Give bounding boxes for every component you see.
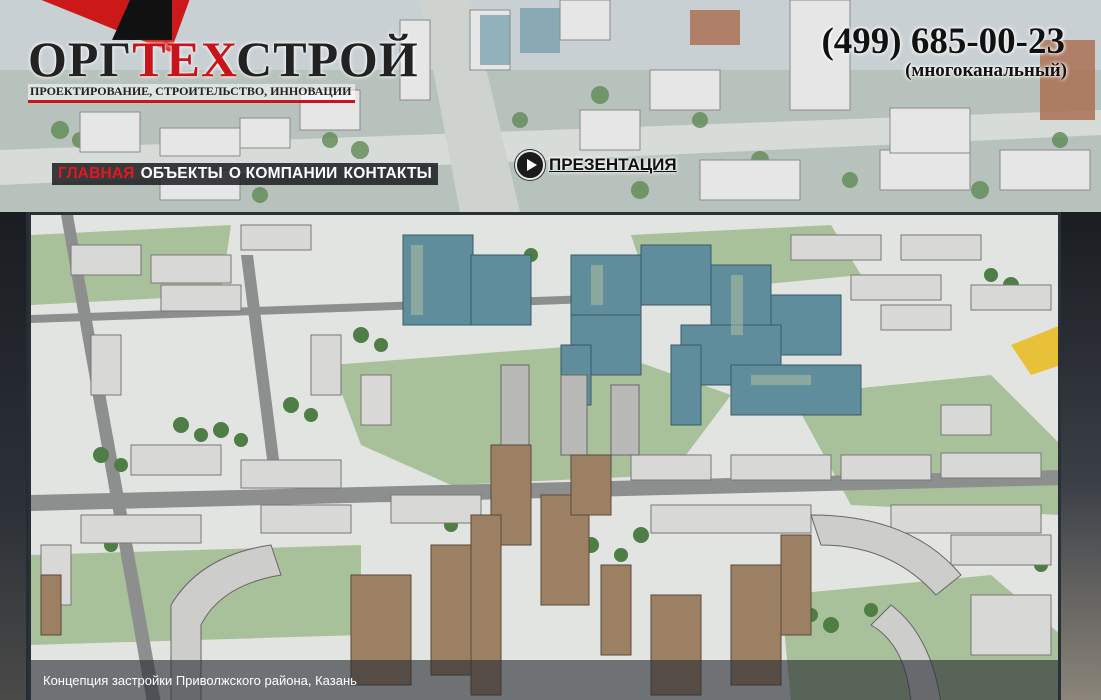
slider-side-left: [0, 212, 26, 700]
phone-note: (многоканальный): [905, 60, 1067, 81]
logo-tagline: ПРОЕКТИРОВАНИЕ, СТРОИТЕЛЬСТВО, ИННОВАЦИИ: [28, 84, 356, 103]
nav-item-about[interactable]: О КОМПАНИИ: [229, 165, 338, 183]
slide-caption: Концепция застройки Приволжского района,…: [31, 660, 1058, 700]
presentation-link[interactable]: ПРЕЗЕНТАЦИЯ: [515, 150, 677, 180]
logo-text-part1: ОРГ: [28, 31, 133, 87]
header: ОРГТЕХСТРОЙ ПРОЕКТИРОВАНИЕ, СТРОИТЕЛЬСТВ…: [0, 0, 1101, 212]
logo-text-accent: ТЕХ: [132, 31, 237, 87]
nav-item-contacts[interactable]: КОНТАКТЫ: [344, 165, 433, 183]
phone-block: (499) 685-00-23 (многоканальный): [821, 22, 1067, 81]
nav-item-objects[interactable]: ОБЪЕКТЫ: [141, 165, 223, 183]
slider-side-right: [1061, 212, 1101, 700]
play-circle-icon[interactable]: [515, 150, 545, 180]
logo-text: ОРГТЕХСТРОЙ: [28, 33, 419, 85]
district-rendering: [31, 215, 1058, 700]
presentation-label[interactable]: ПРЕЗЕНТАЦИЯ: [549, 155, 677, 175]
logo[interactable]: ОРГТЕХСТРОЙ ПРОЕКТИРОВАНИЕ, СТРОИТЕЛЬСТВ…: [22, 0, 418, 110]
main-nav: ГЛАВНАЯ ОБЪЕКТЫ О КОМПАНИИ КОНТАКТЫ: [52, 163, 439, 185]
nav-item-home[interactable]: ГЛАВНАЯ: [58, 165, 135, 183]
logo-text-part2: СТРОЙ: [236, 31, 419, 87]
slide-caption-text: Концепция застройки Приволжского района,…: [43, 672, 357, 688]
slide-image[interactable]: [28, 212, 1061, 700]
phone-number[interactable]: (499) 685-00-23: [821, 22, 1065, 62]
